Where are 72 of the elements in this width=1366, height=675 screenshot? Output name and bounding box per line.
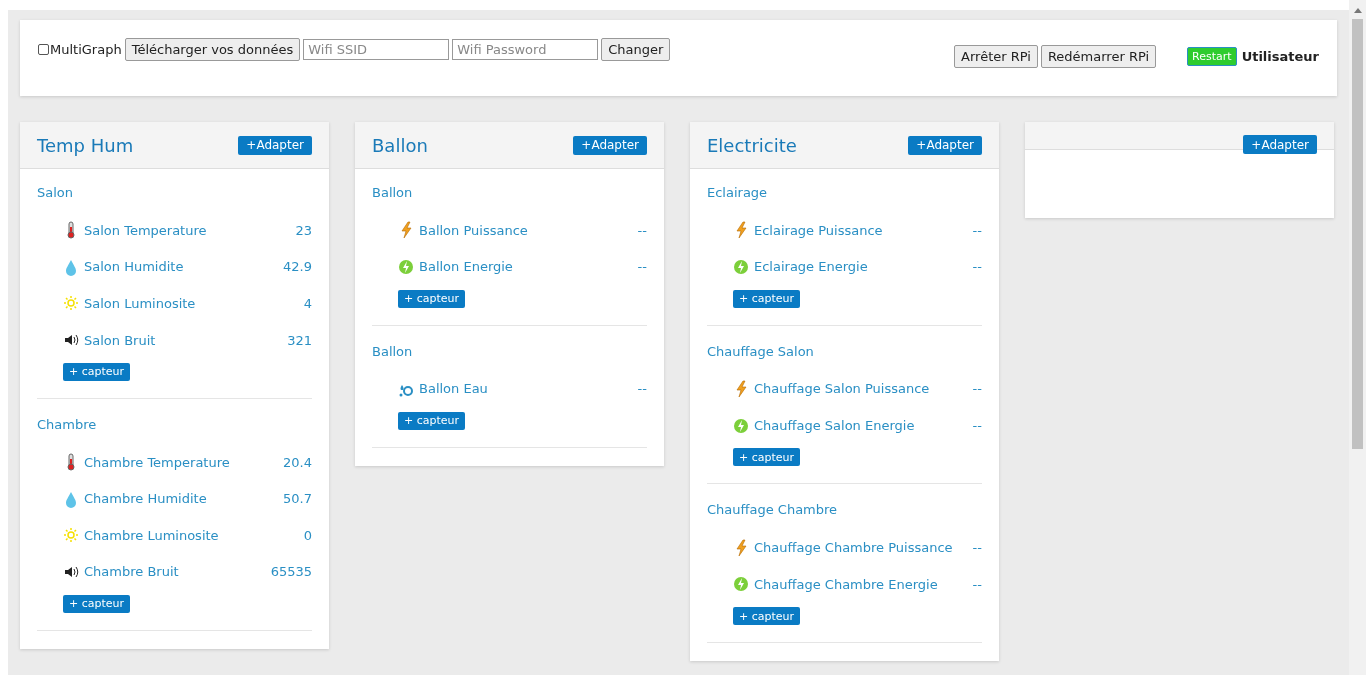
sensor-value: 42.9 [283, 259, 312, 275]
sensor-value: -- [637, 381, 647, 397]
sensor-link[interactable]: Chauffage Salon Energie [754, 418, 973, 434]
sensor-link[interactable]: Salon Humidite [84, 259, 284, 275]
reboot-button[interactable]: Redémarrer RPi [1040, 45, 1157, 68]
group-title: Chambre [37, 416, 98, 432]
sensor-link[interactable]: Salon Luminosite [84, 296, 304, 311]
panel-title: Electricite [707, 134, 797, 156]
download-button[interactable]: Télécharger vos données [124, 38, 301, 61]
sensor-link[interactable]: Chambre Bruit [84, 564, 271, 580]
sensor-value: -- [972, 540, 982, 556]
sensor-link[interactable]: Chambre Luminosite [84, 527, 304, 543]
sensor-link[interactable]: Chauffage Chambre Energie [754, 576, 973, 592]
add-sensor-button[interactable]: + capteur [733, 607, 801, 626]
sensor-link[interactable]: Chauffage Salon Puissance [754, 381, 973, 397]
add-adapter-button[interactable]: +Adapter [1243, 135, 1317, 154]
sensor-value: 321 [287, 332, 312, 348]
user-label: Utilisateur [1241, 49, 1319, 64]
sensor-value: 23 [295, 222, 312, 238]
group-title: Eclairage [707, 185, 769, 200]
group-title: Salon [37, 185, 75, 200]
add-sensor-button[interactable]: + capteur [398, 289, 466, 308]
lightning-icon [398, 221, 414, 240]
sun-icon [63, 526, 79, 545]
lightning-icon [733, 538, 749, 557]
stop-button[interactable]: Arrêter RPi [954, 45, 1038, 68]
sensor-link[interactable]: Salon Bruit [84, 332, 288, 348]
group-title: Ballon [372, 185, 414, 200]
sensor-link[interactable]: Eclairage Energie [754, 259, 973, 275]
sensor-value: -- [637, 259, 647, 275]
sensor-link[interactable]: Chambre Temperature [84, 454, 284, 470]
group-title: Chauffage Salon [707, 343, 815, 359]
add-sensor-button[interactable]: + capteur [398, 411, 466, 430]
sensor-link[interactable]: Ballon Eau [419, 381, 638, 397]
sensor-value: -- [972, 418, 982, 434]
sensor-link[interactable]: Ballon Puissance [419, 222, 638, 238]
panel-title: Temp Hum [37, 134, 134, 156]
group-title: Ballon [372, 343, 414, 359]
sensor-value: -- [972, 576, 982, 592]
sensor-link[interactable]: Eclairage Puissance [754, 222, 973, 238]
change-button[interactable]: Changer [601, 38, 671, 61]
sensor-value: -- [972, 381, 982, 397]
sensor-value: 0 [303, 527, 312, 543]
sun-icon [63, 294, 79, 313]
panel-title: Ballon [372, 134, 428, 156]
add-sensor-button[interactable]: + capteur [63, 594, 131, 613]
sensor-value: -- [972, 222, 982, 238]
sensor-value: 4 [303, 296, 312, 311]
sensor-link[interactable]: Salon Temperature [84, 222, 296, 238]
group-title: Chauffage Chambre [707, 502, 839, 518]
sensor-value: 50.7 [283, 491, 312, 507]
wifi-ssid-field[interactable]: Wifi SSID [303, 39, 450, 60]
sensor-value: -- [972, 259, 982, 275]
lightning-icon [733, 221, 749, 240]
sensor-value: -- [637, 222, 647, 238]
add-adapter-button[interactable]: +Adapter [908, 135, 982, 155]
restart-button[interactable]: Restart [1187, 47, 1237, 66]
add-sensor-button[interactable]: + capteur [733, 448, 801, 467]
add-adapter-button[interactable]: +Adapter [573, 135, 647, 155]
sensor-value: 20.4 [283, 454, 312, 470]
scroll-up-icon[interactable] [1353, 8, 1362, 13]
add-adapter-button[interactable]: +Adapter [238, 135, 312, 155]
sensor-link[interactable]: Chambre Humidite [84, 491, 284, 507]
lightning-icon [733, 380, 749, 398]
add-sensor-button[interactable]: + capteur [63, 362, 131, 381]
sensor-value: 65535 [270, 564, 312, 580]
add-sensor-button[interactable]: + capteur [733, 289, 801, 308]
wifi-password-field[interactable]: Wifi Password [452, 39, 599, 60]
sensor-link[interactable]: Chauffage Chambre Puissance [754, 540, 973, 556]
multigraph-checkbox[interactable]: MultiGraph [38, 42, 122, 57]
sensor-link[interactable]: Ballon Energie [419, 259, 638, 275]
scrollbar[interactable] [1349, 0, 1366, 675]
